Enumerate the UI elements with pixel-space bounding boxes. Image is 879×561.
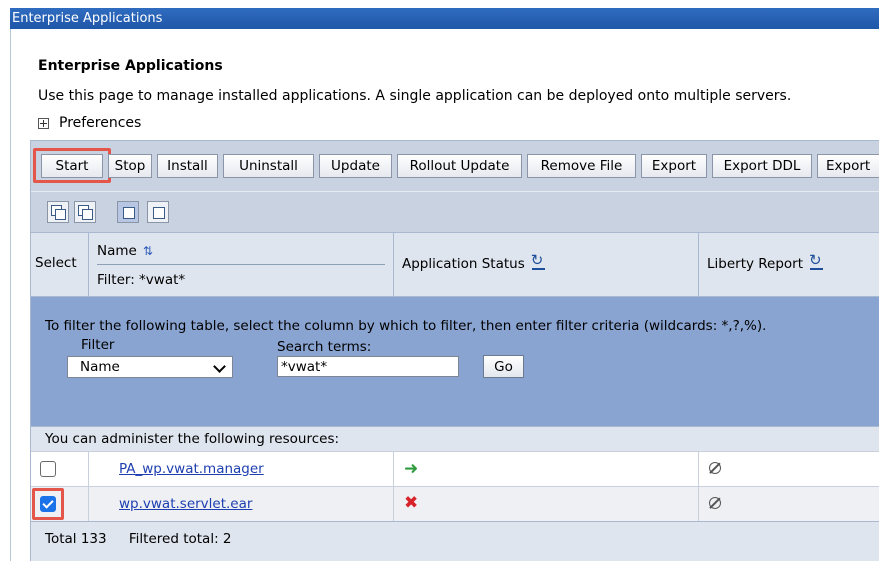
started-arrow-icon: ➜ xyxy=(404,459,419,479)
row-liberty-cell xyxy=(699,487,879,521)
name-column-header[interactable]: Name ⇅ Filter: *vwat* xyxy=(89,233,394,297)
row-select-cell xyxy=(31,487,89,521)
go-button[interactable]: Go xyxy=(483,355,524,378)
row-checkbox[interactable] xyxy=(40,461,56,477)
export-more-button[interactable]: Export xyxy=(817,154,879,178)
select-header-label: Select xyxy=(35,255,77,271)
row-name-cell: PA_wp.vwat.manager xyxy=(89,452,394,486)
left-border xyxy=(10,29,11,561)
search-terms-label: Search terms: xyxy=(277,339,372,355)
remove-file-button[interactable]: Remove File xyxy=(527,154,636,178)
table-header: Select Name ⇅ Filter: *vwat* Application … xyxy=(31,232,879,297)
filtered-count: Filtered total: 2 xyxy=(128,531,232,547)
stopped-x-icon: ✖ xyxy=(404,493,419,513)
update-button[interactable]: Update xyxy=(319,154,392,178)
table-row: PA_wp.vwat.manager ➜ xyxy=(31,451,879,486)
checkbox-highlight xyxy=(32,488,64,520)
app-link[interactable]: wp.vwat.servlet.ear xyxy=(119,496,252,512)
name-filter-label: Filter: *vwat* xyxy=(97,272,186,288)
preferences-label[interactable]: Preferences xyxy=(59,115,141,131)
select-column-header: Select xyxy=(31,233,89,297)
liberty-header-label: Liberty Report xyxy=(707,256,804,272)
action-toolbar: Start Stop Install Uninstall Update Roll… xyxy=(31,140,879,192)
title-bar-label: Enterprise Applications xyxy=(10,8,879,29)
sort-icon[interactable]: ⇅ xyxy=(143,244,153,258)
name-header-label[interactable]: Name xyxy=(97,243,137,259)
uninstall-button[interactable]: Uninstall xyxy=(223,154,314,178)
clear-filter-icon[interactable] xyxy=(147,201,169,223)
filter-column-value[interactable]: Name xyxy=(80,359,120,375)
install-button[interactable]: Install xyxy=(157,154,218,178)
export-ddl-button[interactable]: Export DDL xyxy=(712,154,812,178)
status-header-label: Application Status xyxy=(402,256,525,272)
stop-button[interactable]: Stop xyxy=(108,154,152,178)
row-liberty-cell xyxy=(699,452,879,486)
deselect-all-icon[interactable] xyxy=(74,201,96,223)
select-all-icon[interactable] xyxy=(47,201,69,223)
refresh-icon[interactable] xyxy=(809,251,824,270)
table-icon-bar xyxy=(31,191,879,233)
start-highlight xyxy=(33,148,111,183)
header-divider xyxy=(97,264,385,265)
page-heading: Enterprise Applications xyxy=(38,58,223,74)
row-status-cell: ➜ xyxy=(394,452,699,486)
export-button[interactable]: Export xyxy=(641,154,707,178)
preferences-toggle[interactable]: Preferences xyxy=(38,115,141,131)
refresh-icon[interactable] xyxy=(531,251,545,270)
filter-instructions: To filter the following table, select th… xyxy=(45,318,767,334)
filter-panel: To filter the following table, select th… xyxy=(31,296,879,427)
table-row: wp.vwat.servlet.ear ✖ xyxy=(31,486,879,521)
search-input[interactable] xyxy=(277,356,459,377)
chevron-down-icon[interactable] xyxy=(213,360,226,373)
total-count: Total 133 xyxy=(45,531,107,547)
rollout-update-button[interactable]: Rollout Update xyxy=(397,154,522,178)
page-description: Use this page to manage installed applic… xyxy=(38,88,792,104)
filter-column-select[interactable]: Name xyxy=(67,356,233,378)
admin-resources-label: You can administer the following resourc… xyxy=(31,426,879,451)
app-link[interactable]: PA_wp.vwat.manager xyxy=(119,461,264,477)
liberty-column-header: Liberty Report xyxy=(699,233,879,297)
row-select-cell xyxy=(31,452,89,486)
not-available-icon xyxy=(709,462,721,474)
row-status-cell: ✖ xyxy=(394,487,699,521)
filter-label: Filter xyxy=(81,337,115,353)
table-footer: Total 133 Filtered total: 2 xyxy=(31,521,879,561)
title-bar: Enterprise Applications xyxy=(0,0,879,30)
expand-plus-icon[interactable] xyxy=(38,117,49,129)
status-column-header: Application Status xyxy=(394,233,699,297)
applications-panel: Start Stop Install Uninstall Update Roll… xyxy=(30,140,879,561)
show-filter-icon[interactable] xyxy=(117,201,139,223)
row-name-cell: wp.vwat.servlet.ear xyxy=(89,487,394,521)
not-available-icon xyxy=(709,497,721,509)
